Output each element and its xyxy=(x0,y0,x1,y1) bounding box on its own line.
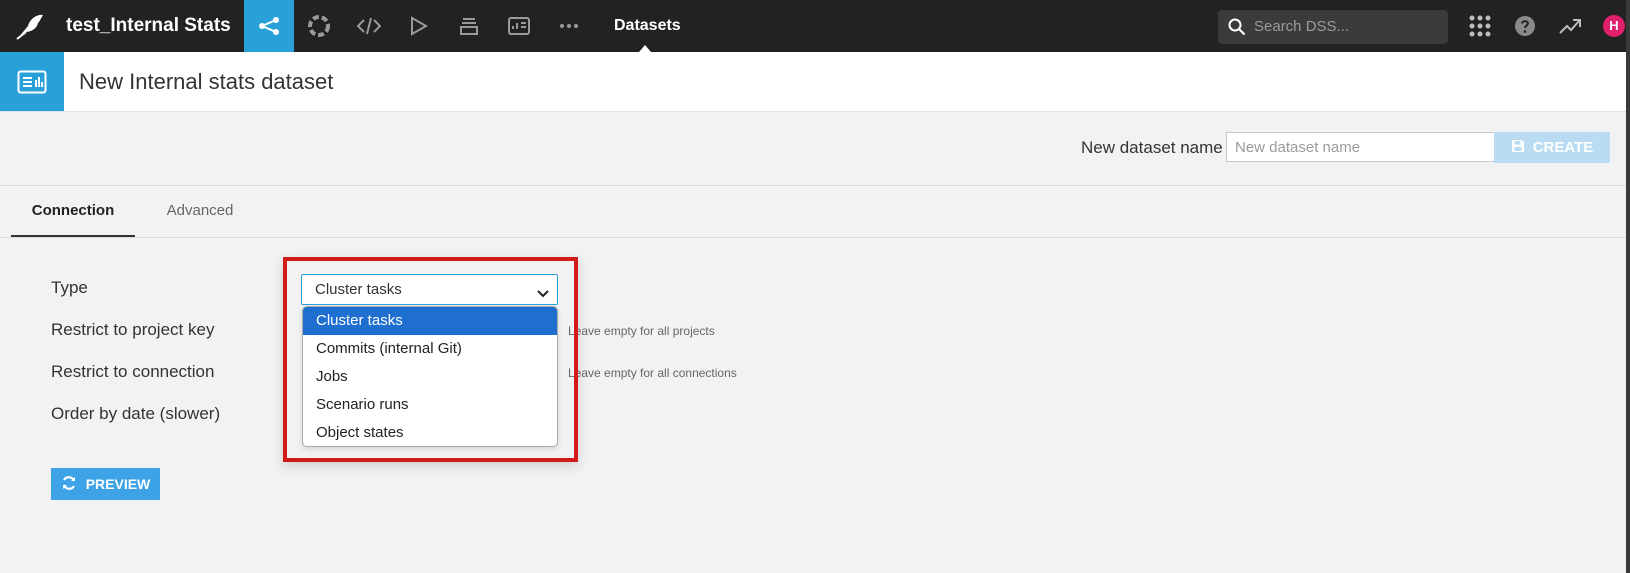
create-button-label: CREATE xyxy=(1532,139,1594,156)
window-edge xyxy=(1626,0,1630,573)
tab-advanced[interactable]: Advanced xyxy=(152,186,248,236)
page-title: New Internal stats dataset xyxy=(79,69,334,94)
code-icon[interactable] xyxy=(344,0,394,52)
dashboard-icon[interactable] xyxy=(494,0,544,52)
save-icon xyxy=(1511,139,1525,157)
project-key-help-text: Leave empty for all projects xyxy=(568,324,715,338)
search-box[interactable]: Search DSS... xyxy=(1218,10,1448,44)
annotation-highlight-box xyxy=(283,257,578,462)
dataset-type-icon xyxy=(0,52,64,111)
trend-arrow-icon[interactable] xyxy=(1552,0,1588,52)
flow-icon[interactable] xyxy=(244,0,294,52)
refresh-icon xyxy=(61,475,77,494)
dss-bird-logo-icon[interactable] xyxy=(14,10,46,42)
dataset-name-row: New dataset name CREATE xyxy=(0,112,1626,186)
preview-button-label: PREVIEW xyxy=(85,476,151,492)
order-by-date-label: Order by date (slower) xyxy=(51,404,221,423)
dataset-name-input[interactable] xyxy=(1226,132,1509,162)
page-header: New Internal stats dataset xyxy=(0,52,1626,112)
project-title[interactable]: test_Internal Stats xyxy=(66,0,231,52)
connection-help-text: Leave empty for all connections xyxy=(568,366,737,380)
stack-icon[interactable] xyxy=(444,0,494,52)
type-label: Type xyxy=(51,278,88,297)
lab-icon[interactable] xyxy=(294,0,344,52)
search-placeholder[interactable]: Search DSS... xyxy=(1254,10,1349,44)
project-key-label: Restrict to project key xyxy=(51,320,215,339)
user-avatar[interactable]: H xyxy=(1603,15,1625,37)
connection-label: Restrict to connection xyxy=(51,362,215,381)
tab-bar: Connection Advanced xyxy=(0,186,1626,238)
more-icon[interactable] xyxy=(544,0,594,52)
apps-grid-icon[interactable] xyxy=(1462,0,1498,52)
active-section-caret-icon xyxy=(639,45,651,52)
help-icon[interactable] xyxy=(1507,0,1543,52)
top-navigation-bar: test_Internal Stats Datasets Search DSS.… xyxy=(0,0,1626,52)
search-icon xyxy=(1228,18,1246,41)
create-button[interactable]: CREATE xyxy=(1494,132,1610,163)
run-icon[interactable] xyxy=(394,0,444,52)
app-window: test_Internal Stats Datasets Search DSS.… xyxy=(0,0,1626,573)
preview-button[interactable]: PREVIEW xyxy=(51,468,160,500)
tab-connection[interactable]: Connection xyxy=(11,186,135,237)
dataset-name-label: New dataset name xyxy=(1081,138,1223,157)
